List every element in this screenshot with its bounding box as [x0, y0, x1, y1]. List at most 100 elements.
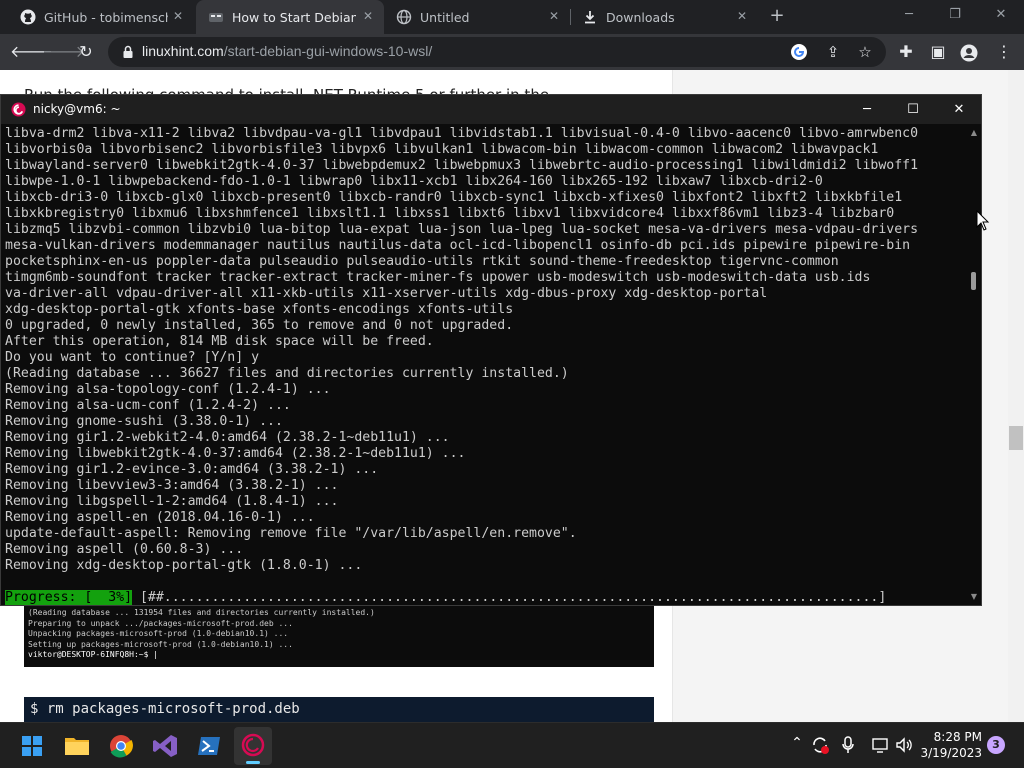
- terminal-minimize-button[interactable]: ─: [844, 95, 890, 124]
- menu-icon[interactable]: ⋮: [992, 40, 1016, 64]
- tab-title: How to Start Debian G: [232, 9, 356, 25]
- terminal-line: Removing gnome-sushi (3.38.0-1) ...: [5, 414, 283, 429]
- screenshot-line: Preparing to unpack .../packages-microso…: [28, 618, 293, 628]
- reload-button[interactable]: ↻: [74, 40, 98, 64]
- url-text[interactable]: linuxhint.com/start-debian-gui-windows-1…: [142, 43, 432, 59]
- terminal-line: va-driver-all vdpau-driver-all x11-xkb-u…: [5, 286, 768, 301]
- github-icon: [20, 9, 36, 25]
- terminal-line: (Reading database ... 36627 files and di…: [5, 366, 569, 381]
- terminal-line: pocketsphinx-en-us poppler-data pulseaud…: [5, 254, 839, 269]
- start-icon: [22, 736, 42, 756]
- maximize-button[interactable]: ❐: [932, 0, 978, 32]
- terminal-output[interactable]: libva-drm2 libva-x11-2 libva2 libvdpau-v…: [5, 126, 965, 606]
- progress-bar: [##.....................................…: [132, 590, 887, 605]
- powershell-icon: [198, 737, 220, 755]
- chevron-up-icon[interactable]: ⌃: [786, 735, 808, 751]
- terminal-line: Removing libgspell-1-2:amd64 (1.8.4-1) .…: [5, 494, 339, 509]
- tab-linuxhint[interactable]: How to Start Debian G ✕: [196, 0, 384, 34]
- terminal-line: Removing xdg-desktop-portal-gtk (1.8.0-1…: [5, 558, 363, 573]
- start-button[interactable]: [13, 727, 51, 765]
- google-icon[interactable]: [790, 43, 808, 61]
- scroll-up-icon[interactable]: ▲: [968, 127, 980, 139]
- terminal-line: Removing alsa-topology-conf (1.2.4-1) ..…: [5, 382, 331, 397]
- network-icon[interactable]: [870, 735, 890, 755]
- date: 3/19/2023: [920, 746, 982, 760]
- back-button[interactable]: 🡐: [10, 40, 53, 64]
- url-path: /start-debian-gui-windows-10-wsl/: [223, 43, 433, 59]
- debian-icon: [11, 102, 26, 117]
- chrome-icon: [110, 735, 133, 758]
- microphone-icon[interactable]: [840, 735, 856, 755]
- screenshot-line: Unpacking packages-microsoft-prod (1.0-d…: [28, 629, 289, 639]
- terminal-titlebar[interactable]: nicky@vm6: ~ ─ ☐ ✕: [1, 95, 981, 124]
- file-explorer-icon: [65, 738, 89, 755]
- tab-github[interactable]: GitHub - tobimensch/a ✕: [8, 0, 194, 34]
- globe-icon: [396, 9, 412, 25]
- terminal-line: update-default-aspell: Removing remove f…: [5, 526, 577, 541]
- terminal-line: libxcb-dri3-0 libxcb-glx0 libxcb-present…: [5, 190, 903, 205]
- minimize-button[interactable]: ─: [886, 0, 932, 32]
- progress-line: Progress: [ 3%] [##.....................…: [5, 590, 886, 606]
- powershell-button[interactable]: [190, 727, 228, 765]
- terminal-maximize-button[interactable]: ☐: [890, 95, 936, 124]
- sync-icon[interactable]: [810, 735, 830, 755]
- chrome-button[interactable]: [102, 727, 140, 765]
- close-icon[interactable]: ✕: [546, 8, 562, 24]
- address-bar[interactable]: linuxhint.com/start-debian-gui-windows-1…: [108, 37, 886, 67]
- terminal-line: timgm6mb-soundfont tracker tracker-extra…: [5, 270, 871, 285]
- tab-title: GitHub - tobimensch/a: [44, 9, 168, 25]
- close-window-button[interactable]: ✕: [978, 0, 1024, 32]
- side-panel-icon[interactable]: ▣: [926, 40, 950, 64]
- terminal-line: 0 upgraded, 0 newly installed, 365 to re…: [5, 318, 514, 333]
- visual-studio-button[interactable]: [146, 727, 184, 765]
- forward-button[interactable]: 🡒: [42, 40, 85, 64]
- volume-icon[interactable]: [894, 735, 914, 755]
- terminal-scrollbar[interactable]: ▲ ▼: [967, 125, 981, 605]
- terminal-line: After this operation, 814 MB disk space …: [5, 334, 434, 349]
- tab-separator: [570, 9, 571, 25]
- terminal-line: Removing gir1.2-webkit2-4.0:amd64 (2.38.…: [5, 430, 450, 445]
- terminal-line: Do you want to continue? [Y/n] y: [5, 350, 260, 365]
- new-tab-button[interactable]: +: [766, 5, 788, 27]
- mouse-cursor-icon: [976, 210, 990, 231]
- file-explorer-button[interactable]: [58, 727, 96, 765]
- progress-label: Progress: [ 3%]: [5, 590, 133, 605]
- tab-untitled[interactable]: Untitled ✕: [384, 0, 570, 34]
- scroll-down-icon[interactable]: ▼: [968, 591, 980, 603]
- terminal-line: Removing aspell (0.60.8-3) ...: [5, 542, 244, 557]
- article-terminal-screenshot: (Reading database ... 131954 files and d…: [24, 604, 654, 667]
- page-scrollbar[interactable]: [1008, 70, 1024, 722]
- close-icon[interactable]: ✕: [360, 8, 376, 24]
- share-icon[interactable]: ⇪: [822, 41, 844, 63]
- terminal-line: Removing gir1.2-evince-3.0:amd64 (3.38.2…: [5, 462, 379, 477]
- tab-downloads[interactable]: Downloads ✕: [572, 0, 758, 34]
- terminal-line: libvorbis0a libvorbisenc2 libvorbisfile3…: [5, 142, 879, 157]
- extensions-icon[interactable]: ✚: [894, 40, 918, 64]
- terminal-window[interactable]: nicky@vm6: ~ ─ ☐ ✕ libva-drm2 libva-x11-…: [0, 94, 982, 606]
- bookmark-star-icon[interactable]: ☆: [854, 41, 876, 63]
- scrollbar-thumb[interactable]: [971, 272, 976, 290]
- terminal-title: nicky@vm6: ~: [33, 102, 121, 116]
- terminal-close-button[interactable]: ✕: [936, 95, 982, 124]
- lock-icon[interactable]: [120, 44, 136, 60]
- scrollbar-thumb[interactable]: [1009, 426, 1023, 450]
- active-indicator: [246, 761, 260, 764]
- terminal-line: Removing libevview3-3:amd64 (3.38.2-1) .…: [5, 478, 339, 493]
- notification-badge[interactable]: 3: [987, 736, 1005, 754]
- terminal-line: libzmq5 libzvbi-common libzvbi0 lua-bito…: [5, 222, 919, 237]
- tab-strip: GitHub - tobimensch/a ✕ How to Start Deb…: [0, 0, 1024, 34]
- code-block: $ rm packages-microsoft-prod.deb: [24, 697, 654, 722]
- terminal-line: Removing libwebkit2gtk-4.0-37:amd64 (2.3…: [5, 446, 466, 461]
- linuxhint-icon: [209, 13, 223, 22]
- browser-toolbar: 🡐 🡒 ↻ linuxhint.com/start-debian-gui-win…: [0, 34, 1024, 70]
- screenshot-line: viktor@DESKTOP-6INFQ8H:~$ |: [28, 650, 159, 660]
- clock[interactable]: 8:28 PM 3/19/2023: [912, 729, 982, 761]
- close-icon[interactable]: ✕: [170, 8, 186, 24]
- url-domain: linuxhint.com: [142, 43, 224, 59]
- terminal-line: libwpe-1.0-1 libwpebackend-fdo-1.0-1 lib…: [5, 174, 823, 189]
- close-icon[interactable]: ✕: [734, 8, 750, 24]
- terminal-line: Removing aspell-en (2018.04.16-0-1) ...: [5, 510, 315, 525]
- tab-title: Downloads: [606, 9, 675, 25]
- profile-icon[interactable]: [960, 44, 978, 62]
- debian-terminal-button[interactable]: [234, 727, 272, 765]
